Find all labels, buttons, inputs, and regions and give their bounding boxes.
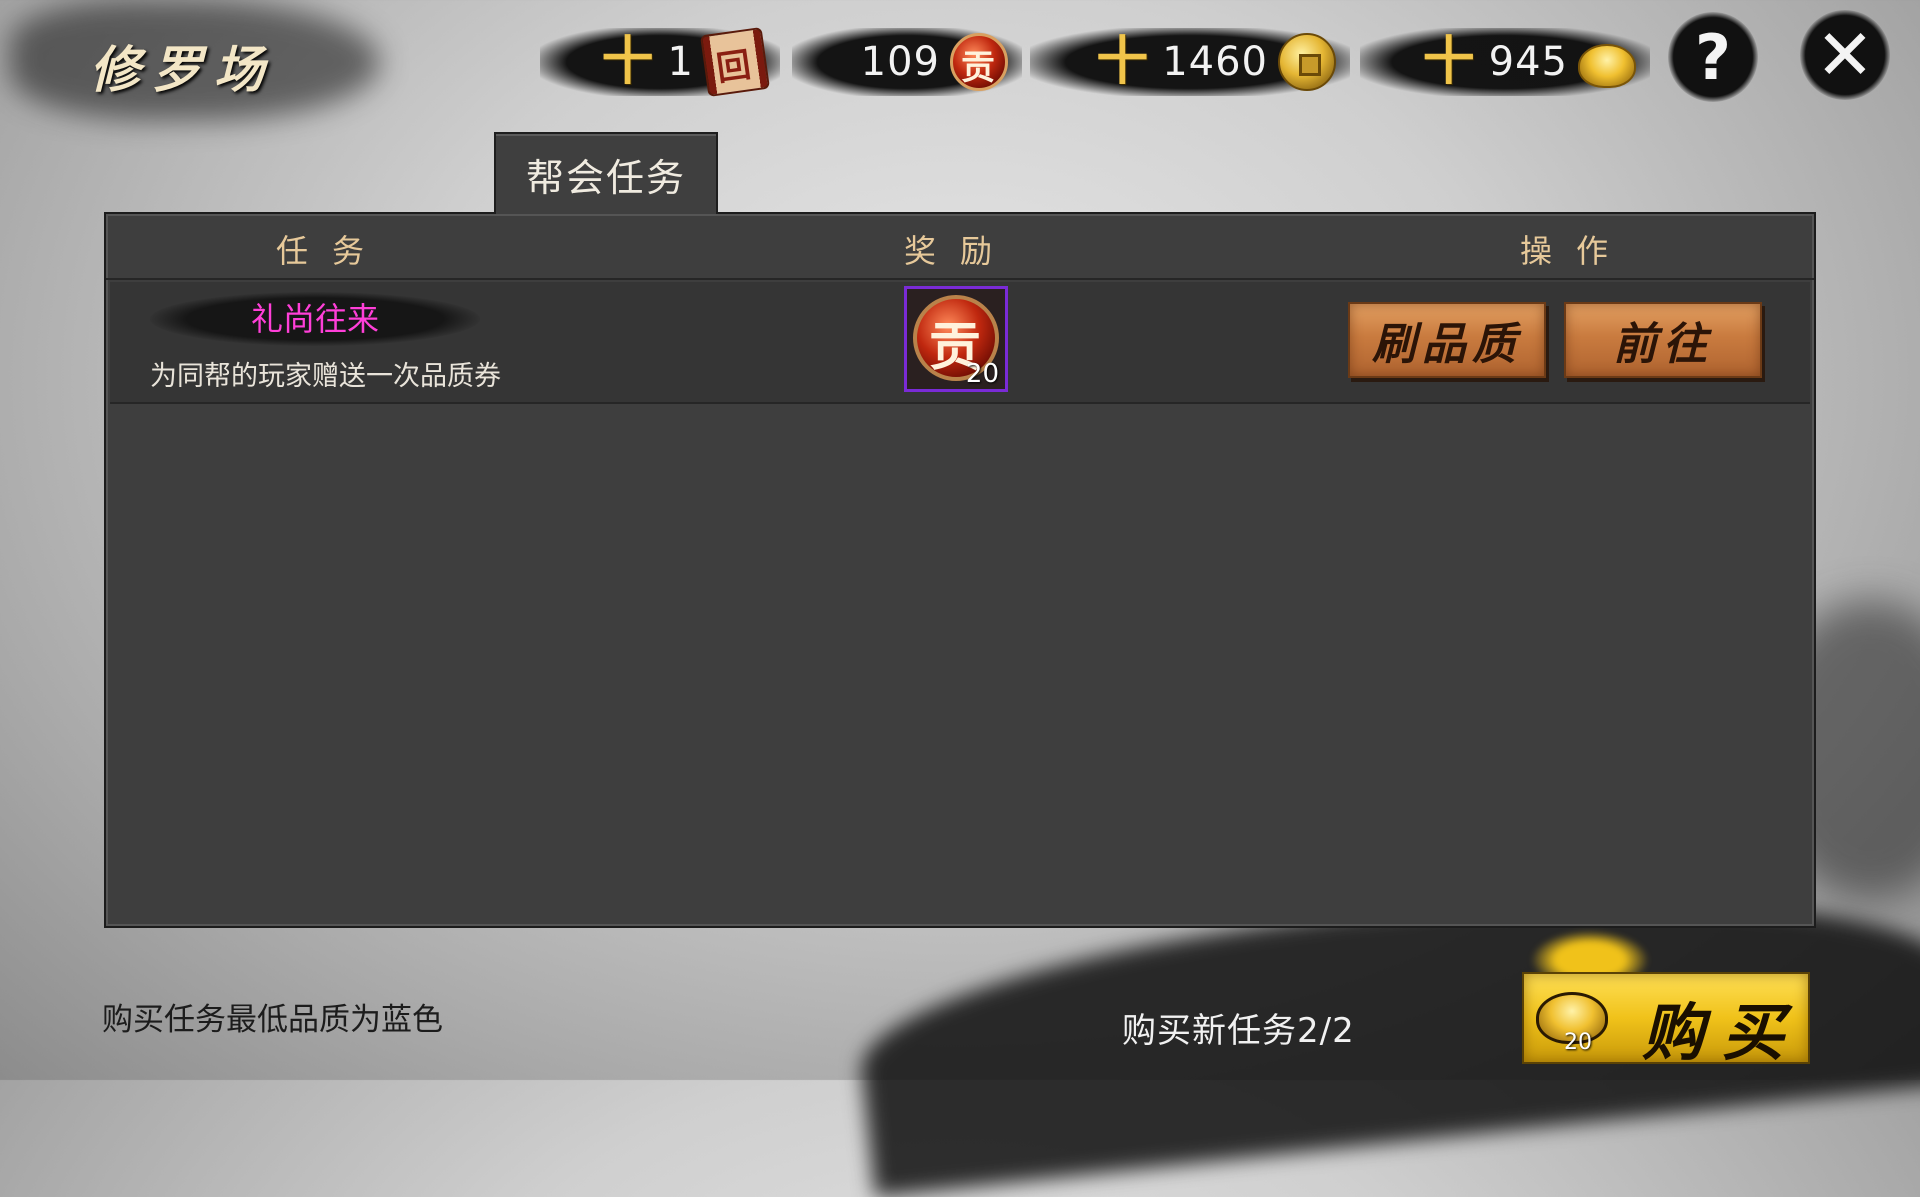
gold-ingot-icon xyxy=(1578,44,1636,88)
header-reward: 奖励 xyxy=(904,232,1017,270)
buy-quality-note: 购买任务最低品质为蓝色 xyxy=(102,1002,443,1038)
task-description: 为同帮的玩家赠送一次品质券 xyxy=(150,361,501,392)
reward-item[interactable]: 20 xyxy=(904,286,1008,392)
header-action: 操作 xyxy=(1520,232,1633,270)
resource-coin[interactable]: 十 1460 xyxy=(1030,28,1350,96)
resource-gold-ingot[interactable]: 十 945 xyxy=(1360,28,1650,96)
help-button[interactable]: ? xyxy=(1668,12,1758,102)
task-name: 礼尚往来 xyxy=(250,300,379,338)
tab-guild-tasks[interactable]: 帮会任务 xyxy=(494,132,718,214)
resource-contribution: 109 xyxy=(792,28,1022,96)
buy-task-count: 购买新任务2/2 xyxy=(1122,1011,1355,1051)
scroll-count: 1 xyxy=(667,39,694,85)
buy-label: 购买 xyxy=(1642,996,1803,1069)
contribution-icon xyxy=(950,33,1008,91)
add-scroll-icon[interactable]: 十 xyxy=(602,36,654,88)
header-task: 任务 xyxy=(276,232,389,270)
table-header: 任务 奖励 操作 xyxy=(106,214,1814,280)
scroll-icon xyxy=(699,26,771,98)
gold-ingot-count: 945 xyxy=(1488,39,1568,85)
add-coin-icon[interactable]: 十 xyxy=(1096,36,1148,88)
close-button[interactable]: ✕ xyxy=(1800,10,1890,100)
reward-count: 20 xyxy=(965,359,999,389)
coin-icon xyxy=(1278,33,1336,91)
refresh-quality-button[interactable]: 刷品质 xyxy=(1348,302,1546,378)
buy-button[interactable]: 20 购买 xyxy=(1522,972,1810,1069)
add-gold-ingot-icon[interactable]: 十 xyxy=(1423,36,1475,88)
task-panel: 任务 奖励 操作 礼尚往来 为同帮的玩家赠送一次品质券 20 刷品质 前往 xyxy=(104,212,1816,928)
buy-cost: 20 xyxy=(1564,1030,1592,1055)
go-to-button[interactable]: 前往 xyxy=(1564,302,1762,378)
page-title: 修罗场 xyxy=(90,40,276,99)
contribution-count: 109 xyxy=(860,39,940,85)
table-row: 礼尚往来 为同帮的玩家赠送一次品质券 20 刷品质 前往 xyxy=(110,282,1810,404)
coin-count: 1460 xyxy=(1162,39,1268,85)
resource-scroll[interactable]: 十 1 xyxy=(540,26,780,98)
